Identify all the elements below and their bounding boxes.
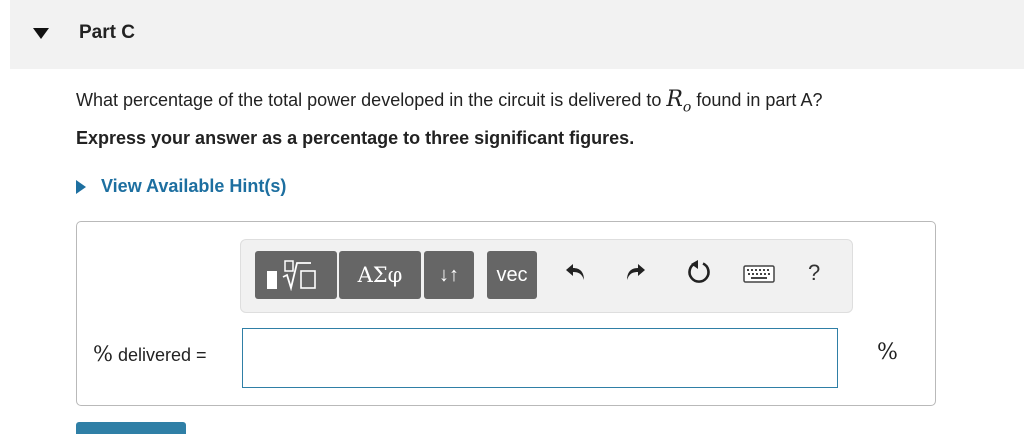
- view-hints-link[interactable]: View Available Hint(s): [76, 176, 286, 197]
- answer-input[interactable]: [242, 328, 838, 388]
- undo-icon[interactable]: [565, 261, 587, 283]
- arrows-button[interactable]: ↓↑: [424, 251, 474, 299]
- part-title: Part C: [79, 22, 135, 43]
- submit-button[interactable]: [76, 422, 186, 434]
- answer-unit: %: [877, 340, 898, 365]
- templates-sqrt-icon: [267, 260, 316, 291]
- keyboard-icon[interactable]: [743, 265, 775, 283]
- question-text: What percentage of the total power devel…: [76, 87, 822, 115]
- redo-icon[interactable]: [624, 261, 646, 283]
- expand-triangle-icon: [76, 179, 86, 194]
- reset-icon[interactable]: [686, 259, 712, 285]
- variable-r: Ro: [666, 87, 691, 115]
- variable-symbol: R: [666, 87, 683, 112]
- hint-label: View Available Hint(s): [101, 176, 287, 196]
- answer-label-text: delivered =: [112, 345, 207, 365]
- answer-label: % delivered =: [93, 342, 207, 366]
- templates-button[interactable]: [255, 251, 337, 299]
- greek-symbols-button[interactable]: ΑΣφ: [339, 251, 421, 299]
- question-text-before: What percentage of the total power devel…: [76, 90, 667, 110]
- vector-button[interactable]: vec: [487, 251, 537, 299]
- collapse-triangle-icon[interactable]: [33, 28, 49, 39]
- percent-symbol: %: [93, 342, 113, 366]
- help-button[interactable]: ?: [808, 260, 820, 286]
- question-text-after: found in part A?: [691, 90, 823, 110]
- part-header: [10, 0, 1024, 69]
- math-toolbar: ΑΣφ ↓↑ vec ?: [240, 239, 853, 313]
- instruction-text: Express your answer as a percentage to t…: [76, 128, 635, 148]
